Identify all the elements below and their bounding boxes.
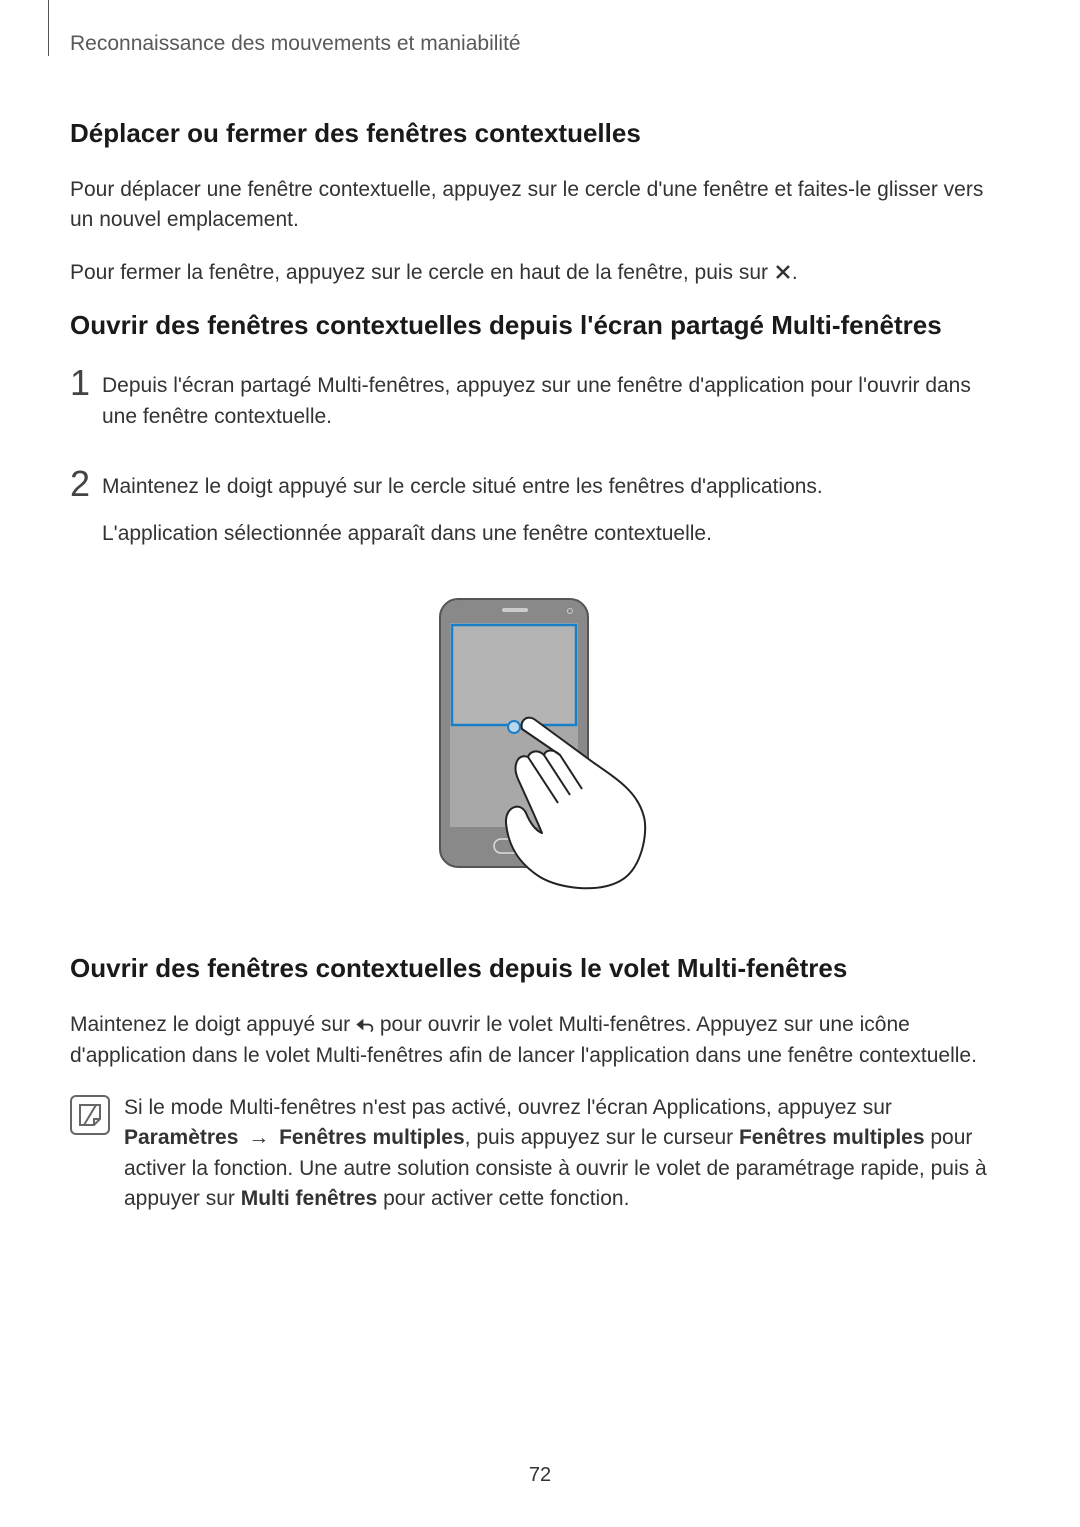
note-bold-fenetres-multiples-1: Fenêtres multiples [279,1126,465,1149]
paragraph-move: Pour déplacer une fenêtre contextuelle, … [70,175,1010,236]
heading-open-from-split: Ouvrir des fenêtres contextuelles depuis… [70,310,1010,341]
page-margin-indicator [48,0,49,56]
heading-move-close: Déplacer ou fermer des fenêtres contextu… [70,118,1010,149]
paragraph-close-text-a: Pour fermer la fenêtre, appuyez sur le c… [70,261,774,284]
paragraph-open-panel: Maintenez le doigt appuyé sur pour ouvri… [70,1010,1010,1071]
step-1-body: Depuis l'écran partagé Multi-fenêtres, a… [102,367,1010,448]
arrow-separator: → [248,1126,269,1149]
close-icon [774,260,792,278]
running-header: Reconnaissance des mouvements et maniabi… [70,32,1010,56]
paragraph-open-panel-a: Maintenez le doigt appuyé sur [70,1013,356,1036]
phone-split-screen-figure [70,593,1010,903]
step-2-text-2: L'application sélectionnée apparaît dans… [102,519,1010,549]
note-text-g: pour activer cette fonction. [377,1187,629,1210]
heading-open-from-panel: Ouvrir des fenêtres contextuelles depuis… [70,953,1010,984]
note-text: Si le mode Multi-fenêtres n'est pas acti… [124,1093,1010,1215]
paragraph-close: Pour fermer la fenêtre, appuyez sur le c… [70,258,1010,288]
note-text-c: , puis appuyez sur le curseur [465,1126,739,1149]
step-1-text: Depuis l'écran partagé Multi-fenêtres, a… [102,371,1010,432]
note-block: Si le mode Multi-fenêtres n'est pas acti… [70,1093,1010,1215]
note-bold-parametres: Paramètres [124,1126,238,1149]
step-2-text-1: Maintenez le doigt appuyé sur le cercle … [102,472,1010,502]
back-icon [356,1012,374,1030]
note-bold-fenetres-multiples-2: Fenêtres multiples [739,1126,925,1149]
ordered-list: 1 Depuis l'écran partagé Multi-fenêtres,… [70,367,1010,565]
page-content: Reconnaissance des mouvements et maniabi… [0,0,1080,1215]
paragraph-close-text-b: . [792,261,798,284]
step-2: 2 Maintenez le doigt appuyé sur le cercl… [70,468,1010,565]
step-2-number: 2 [70,466,102,502]
step-2-body: Maintenez le doigt appuyé sur le cercle … [102,468,1010,565]
step-1: 1 Depuis l'écran partagé Multi-fenêtres,… [70,367,1010,448]
phone-illustration [410,593,670,903]
page-number: 72 [0,1464,1080,1487]
note-bold-multi-fenetres: Multi fenêtres [241,1187,378,1210]
note-text-a: Si le mode Multi-fenêtres n'est pas acti… [124,1096,892,1119]
note-icon [70,1095,110,1135]
step-1-number: 1 [70,365,102,401]
